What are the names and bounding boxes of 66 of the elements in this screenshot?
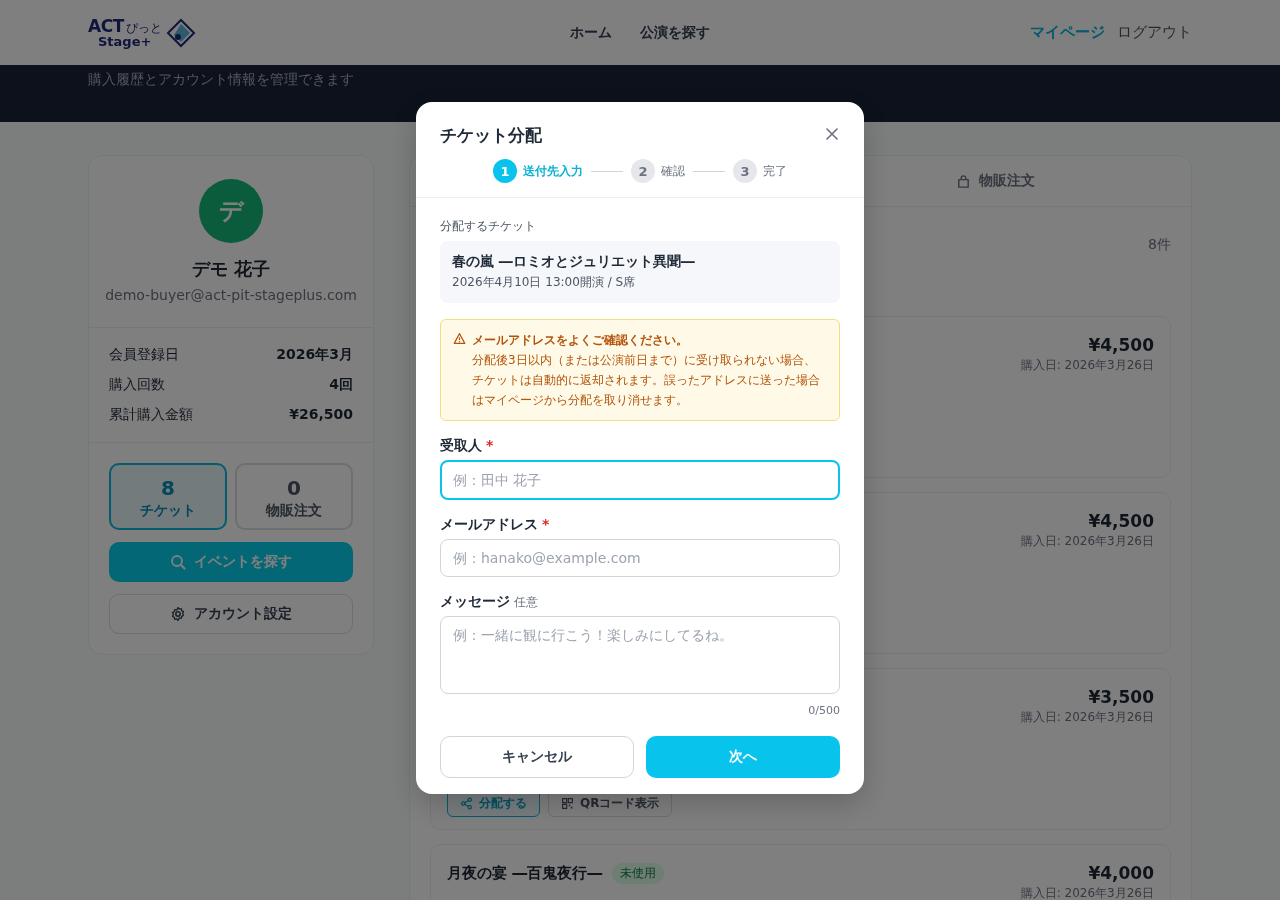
field-label: 受取人 [440,437,482,455]
logo-text: Stage+ [97,34,152,48]
warning-text: 分配後3日以内（または公演前日まで）に受け取られない場合、チケットは自動的に返却されます。誤ったアドレスに送った場合はマイページから分配を取り消せます。 [472,352,821,409]
input-field[interactable]: 例：田中 花子 [440,460,840,500]
cancel-button[interactable]: キャンセル [440,736,634,778]
field-label: メールアドレス [440,516,538,534]
purchase-date: 購入日: 2026年3月26日 [1020,709,1154,726]
dialog-title: チケット分配 [440,124,542,147]
price: ¥3,500 [1088,687,1154,707]
stat-value: 2026年3月 [276,346,353,364]
step-number: 2 [631,159,655,183]
counter-tab[interactable]: 0 物販注文 [235,463,353,530]
step-number: 1 [493,159,517,183]
find-events-button[interactable]: イベントを探す [109,542,353,582]
warning-title: メールアドレスをよくご確認ください。 [472,332,689,349]
character-count: 0/500 [808,704,840,717]
step-label: 完了 [763,162,787,180]
nav-link[interactable]: 公演を探す [640,23,710,42]
price: ¥4,500 [1088,335,1154,355]
shopping-bag-icon [956,173,972,189]
optional-note: 任意 [514,594,538,611]
step-number: 3 [733,159,757,183]
purchase-date: 購入日: 2026年3月26日 [1020,533,1154,550]
required-mark: * [542,516,550,532]
share-icon [460,796,473,810]
logo-text: ぴっと [125,21,162,34]
next-button[interactable]: 次へ [646,736,840,778]
stat-value: 4回 [329,376,353,394]
purchase-date: 購入日: 2026年3月26日 [1020,357,1154,374]
nav-link[interactable]: ホーム [570,23,612,42]
avatar: デ [199,179,263,243]
order-count: 8件 [1148,236,1171,252]
stat-label: 累計購入金額 [109,406,193,424]
nav-link[interactable]: ログアウト [1117,23,1192,42]
stat-label: 購入回数 [109,376,165,394]
section-label: 分配するチケット [440,218,537,235]
account-settings-button[interactable]: アカウント設定 [109,594,353,634]
close-icon [824,126,840,142]
purchase-date: 購入日: 2026年3月26日 [1020,885,1154,900]
field-label: メッセージ [440,593,510,611]
page-subtitle: 購入履歴とアカウント情報を管理できます [88,71,354,87]
ticket-title: 春の嵐 ―ロミオとジュリエット異聞― [452,253,696,271]
message-field[interactable]: 例：一緒に観に行こう！楽しみにしてるね。 [440,616,840,694]
input-field[interactable]: 例：hanako@example.com [440,539,840,577]
stat-value: ¥26,500 [289,406,353,424]
nav-link[interactable]: マイページ [1030,23,1105,42]
status-badge: 未使用 [612,863,665,884]
ticket-logo-icon [165,17,196,48]
user-name: デモ 花子 [191,257,271,281]
qr-code-icon [561,796,574,810]
settings-icon [170,606,186,622]
event-title: 月夜の宴 ―百鬼夜行― [447,864,603,883]
search-icon [170,554,186,570]
step-label: 送付先入力 [523,162,583,180]
user-email: demo-buyer@act-pit-stageplus.com [105,287,357,303]
stat-label: 会員登録日 [109,346,179,364]
counter-tab[interactable]: 8 チケット [109,463,227,530]
required-mark: * [486,437,494,453]
logo-text: ACT [88,17,124,35]
close-button[interactable] [824,126,840,142]
tab[interactable]: 物販注文 [800,156,1191,206]
warning-icon [453,332,466,345]
price: ¥4,500 [1088,511,1154,531]
price: ¥4,000 [1088,863,1154,883]
step-label: 確認 [661,162,685,180]
ticket-detail: 2026年4月10日 13:00開演 / S席 [452,274,637,291]
